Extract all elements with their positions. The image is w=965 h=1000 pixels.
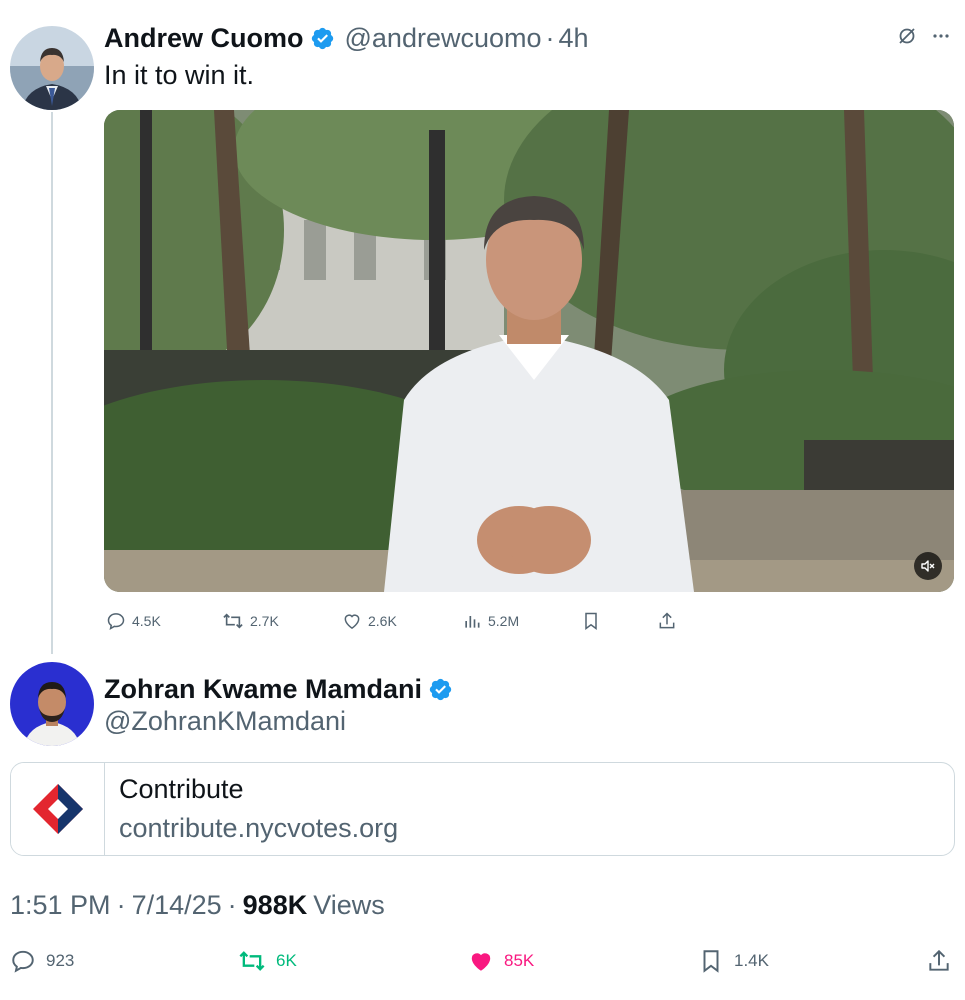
video-frame [104,110,954,592]
share-icon [929,949,949,971]
post-time[interactable]: 1:51 PM [10,890,111,921]
view-count: 5.2M [488,613,520,629]
share-button[interactable] [657,608,677,634]
views-button[interactable]: 5.2M [462,608,519,634]
analytics-icon [465,616,480,628]
more-options-icon[interactable] [931,26,951,51]
verified-badge-icon [428,677,453,702]
reply-icon [107,613,125,630]
repost-button[interactable]: 6K [238,944,297,978]
author-handle[interactable]: @andrewcuomo [345,23,542,54]
views-count: 988K [242,890,308,920]
like-button[interactable]: 85K [468,944,534,978]
share-icon [659,612,675,629]
heart-icon [344,614,360,629]
video-player[interactable] [104,110,954,592]
link-card-title: Contribute [119,774,244,804]
separator-dot: · [227,890,237,920]
bookmark-count: 1.4K [734,951,769,970]
post-metadata: 1:51 PM · 7/14/25 · 988K Views [10,890,385,921]
like-button[interactable]: 2.6K [342,608,397,634]
nyc-votes-logo-icon [32,784,83,834]
muted-speaker-icon [921,560,935,572]
separator-dot: · [116,890,126,920]
bookmark-icon [585,612,597,630]
reply-count: 923 [46,951,75,970]
author-display-name[interactable]: Andrew Cuomo [104,23,304,54]
verified-badge-icon [310,26,335,51]
reply-icon [12,950,34,973]
main-tweet-actions: 923 6K 85K 1.4K [0,944,965,978]
like-count: 85K [504,951,535,970]
like-count: 2.6K [368,613,397,629]
repost-count: 2.7K [250,613,279,629]
link-card-domain: contribute.nycvotes.org [119,813,399,843]
author-display-name[interactable]: Zohran Kwame Mamdani [104,674,422,705]
separator-dot: · [545,22,555,53]
repost-button[interactable]: 2.7K [222,608,279,634]
share-button[interactable] [926,944,952,978]
link-card-thumbnail [11,763,105,855]
bookmark-icon [703,950,719,973]
reply-count: 4.5K [132,613,161,629]
link-card[interactable]: Contribute contribute.nycvotes.org [10,762,955,856]
reply-button[interactable]: 923 [10,944,74,978]
quoted-tweet-actions: 4.5K 2.7K 2.6K 5.2M [104,608,704,634]
post-timestamp[interactable]: 4h [559,23,589,54]
grok-icon[interactable] [897,26,917,51]
zohran-mamdani-avatar[interactable] [10,662,94,746]
andrew-cuomo-avatar[interactable] [10,26,94,110]
bookmark-button[interactable] [581,608,601,634]
thread-connector-line [51,112,53,654]
heart-filled-icon [471,953,491,971]
views-label: Views [313,890,385,920]
post-date[interactable]: 7/14/25 [132,890,222,921]
mute-toggle-button[interactable] [914,552,942,580]
repost-icon [223,613,243,629]
reply-button[interactable]: 4.5K [106,608,161,634]
repost-icon [239,951,265,971]
quoted-tweet-text: In it to win it. [104,60,255,90]
author-handle[interactable]: @ZohranKMamdani [104,706,346,737]
bookmark-button[interactable]: 1.4K [698,944,769,978]
repost-count: 6K [276,951,297,970]
